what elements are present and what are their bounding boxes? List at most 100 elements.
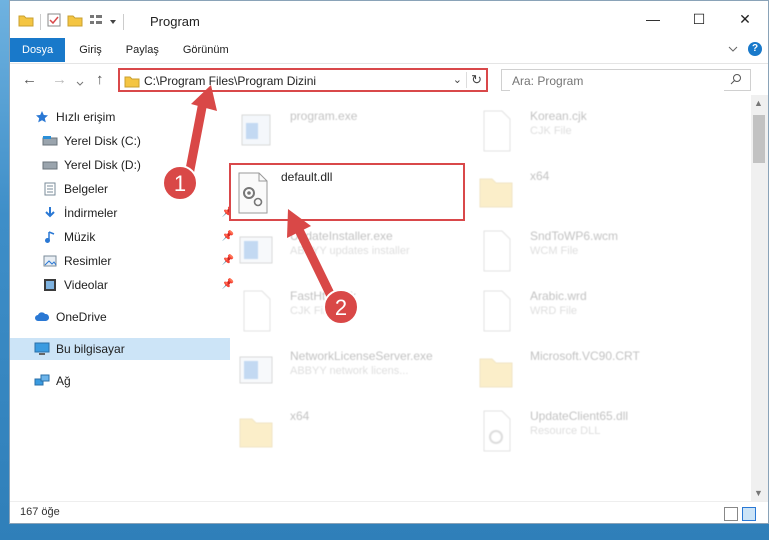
star-icon — [34, 109, 50, 125]
folder-icon — [236, 409, 276, 455]
sidebar-item-quick-access[interactable]: Hızlı erişim — [10, 106, 230, 128]
cloud-icon — [34, 309, 50, 325]
documents-icon — [42, 181, 58, 197]
file-list: program.exe Korean.cjk CJK File x64 Upda… — [210, 97, 740, 497]
ribbon-tabs: Dosya Giriş Paylaş Görünüm — [10, 38, 768, 62]
chevron-down-icon[interactable] — [109, 15, 117, 29]
sidebar-item-videos[interactable]: Videolar 📌 — [10, 274, 238, 296]
sidebar-item-label: Hızlı erişim — [56, 110, 116, 124]
up-button[interactable]: ↑ — [96, 71, 104, 88]
view-list-icon[interactable] — [89, 13, 103, 30]
item-count: 167 öğe — [20, 506, 60, 518]
file-description: CJK File — [530, 125, 572, 137]
drive-icon — [42, 133, 58, 149]
sidebar-item-label: Yerel Disk (C:) — [64, 134, 141, 148]
videos-icon — [42, 277, 58, 293]
file-name: x64 — [530, 169, 550, 183]
file-item[interactable]: Microsoft.VC90.CRT — [472, 343, 692, 401]
file-item[interactable]: x64 — [232, 403, 452, 461]
file-icon — [476, 229, 516, 275]
file-icon — [476, 289, 516, 335]
minimize-button[interactable]: — — [630, 5, 676, 33]
scroll-up-icon[interactable]: ▲ — [754, 98, 763, 108]
network-icon — [34, 373, 50, 389]
sidebar-item-label: OneDrive — [56, 310, 107, 324]
sidebar-item-this-pc[interactable]: Bu bilgisayar — [10, 338, 230, 360]
back-button[interactable]: ← — [22, 71, 37, 88]
file-name: Korean.cjk — [530, 109, 587, 123]
title-bar: Program — ☐ ✕ — [10, 1, 768, 37]
sidebar-item-documents[interactable]: Belgeler — [10, 178, 238, 200]
folder-icon — [476, 349, 516, 395]
file-item[interactable]: UpdateClient65.dll Resource DLL — [472, 403, 692, 461]
forward-button[interactable]: → — [52, 71, 67, 88]
chevron-down-icon[interactable] — [76, 76, 84, 90]
sidebar-item-network[interactable]: Ağ — [10, 370, 230, 392]
file-item[interactable]: NetworkLicenseServer.exe ABBYY network l… — [232, 343, 452, 401]
dll-gear-icon — [476, 409, 516, 455]
exe-icon — [236, 349, 276, 395]
file-item[interactable]: Korean.cjk CJK File — [472, 103, 692, 161]
file-item[interactable]: x64 — [472, 163, 692, 221]
tab-view[interactable]: Görünüm — [173, 38, 239, 62]
quick-access-toolbar — [18, 13, 124, 30]
address-dropdown-button[interactable]: ⌄ — [453, 73, 462, 86]
large-icons-view-icon[interactable] — [742, 507, 756, 521]
address-path[interactable]: C:\Program Files\Program Dizini — [144, 74, 316, 88]
file-item[interactable]: UpdateInstaller.exe ABBYY updates instal… — [232, 223, 452, 281]
dll-gear-icon — [235, 171, 271, 218]
scrollbar-thumb[interactable] — [753, 115, 765, 163]
file-item-highlighted[interactable]: default.dll — [229, 163, 465, 221]
search-box[interactable] — [501, 69, 751, 91]
sidebar-item-downloads[interactable]: İndirmeler 📌 — [10, 202, 238, 224]
address-row: ← → ↑ C:\Program Files\Program Dizini ⌄ … — [10, 63, 768, 96]
search-icon[interactable] — [730, 73, 742, 88]
file-item[interactable]: FastHtml.cjk CJK File — [232, 283, 452, 341]
address-bar[interactable]: C:\Program Files\Program Dizini ⌄ ↻ — [118, 68, 488, 92]
sidebar-item-disk-c[interactable]: Yerel Disk (C:) — [10, 130, 238, 152]
folder-icon[interactable] — [18, 13, 34, 30]
file-name: program.exe — [290, 109, 358, 123]
tab-share[interactable]: Paylaş — [116, 38, 169, 62]
sidebar-item-label: Resimler — [64, 254, 112, 268]
refresh-button[interactable]: ↻ — [466, 72, 482, 88]
file-description: ABBYY updates installer — [290, 245, 410, 257]
file-name: FastHtml.cjk — [290, 289, 356, 303]
drive-icon — [42, 157, 58, 173]
file-item[interactable]: program.exe — [232, 103, 452, 161]
scroll-down-icon[interactable]: ▼ — [754, 488, 763, 498]
file-description: Resource DLL — [530, 425, 601, 437]
pictures-icon — [42, 253, 58, 269]
window-controls: — ☐ ✕ — [630, 5, 768, 33]
file-item[interactable]: Arabic.wrd WRD File — [472, 283, 692, 341]
help-icon[interactable]: ? — [748, 42, 762, 56]
navigation-pane: Hızlı erişim Yerel Disk (C:) Yerel Disk … — [10, 97, 234, 497]
folder-icon — [124, 74, 140, 91]
view-toggle — [724, 507, 756, 521]
sidebar-item-label: Müzik — [64, 230, 96, 244]
tab-home[interactable]: Giriş — [69, 38, 112, 62]
sidebar-item-pictures[interactable]: Resimler 📌 — [10, 250, 238, 272]
properties-icon[interactable] — [47, 13, 61, 30]
file-name: SndToWP6.wcm — [530, 229, 619, 243]
new-folder-icon[interactable] — [67, 13, 83, 30]
download-icon — [42, 205, 58, 221]
maximize-button[interactable]: ☐ — [676, 5, 722, 33]
window-title: Program — [150, 14, 200, 29]
file-description: WRD File — [530, 305, 578, 317]
chevron-down-icon[interactable] — [728, 42, 738, 56]
close-button[interactable]: ✕ — [722, 5, 768, 33]
vertical-scrollbar[interactable]: ▲ ▼ — [751, 95, 768, 501]
file-name: UpdateInstaller.exe — [290, 229, 393, 243]
exe-icon — [236, 229, 276, 275]
toolbar-divider — [40, 13, 41, 30]
sidebar-item-music[interactable]: Müzik 📌 — [10, 226, 238, 248]
file-icon — [236, 289, 276, 335]
tab-file[interactable]: Dosya — [10, 38, 66, 62]
sidebar-item-label: Ağ — [56, 374, 71, 388]
sidebar-item-disk-d[interactable]: Yerel Disk (D:) — [10, 154, 238, 176]
search-input[interactable] — [510, 71, 724, 91]
file-item[interactable]: SndToWP6.wcm WCM File — [472, 223, 692, 281]
sidebar-item-onedrive[interactable]: OneDrive — [10, 306, 230, 328]
details-view-icon[interactable] — [724, 507, 738, 521]
